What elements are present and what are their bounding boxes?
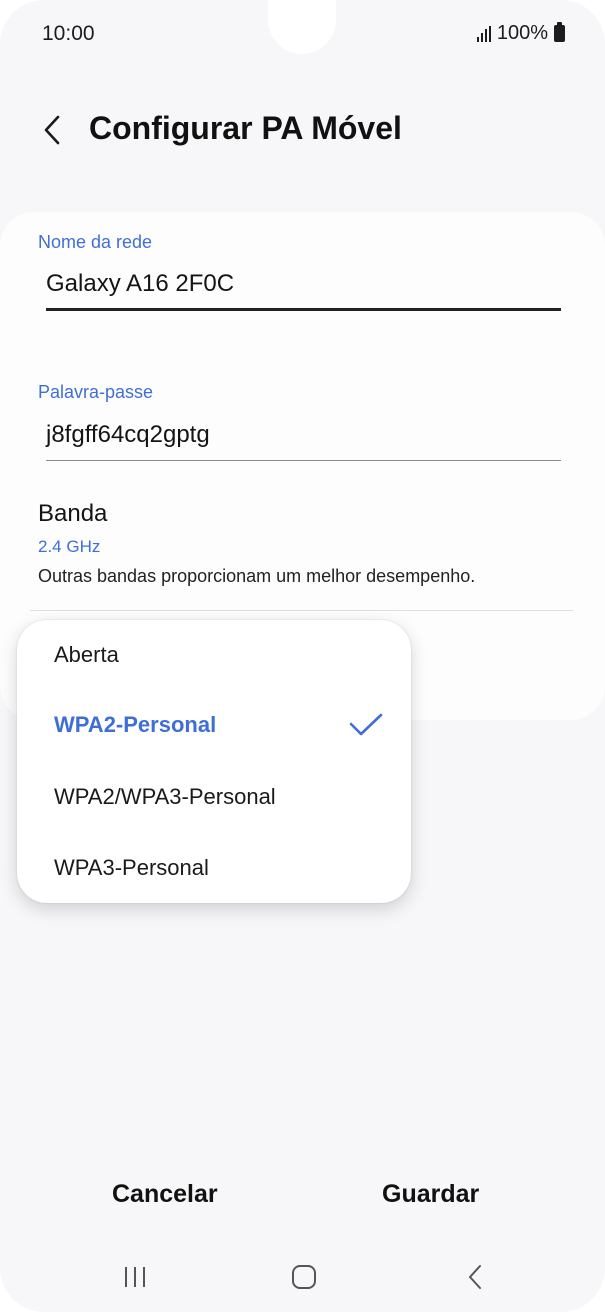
password-underline [46, 460, 561, 461]
signal-icon [476, 25, 491, 42]
band-value: 2.4 GHz [38, 537, 101, 556]
page-title: Configurar PA Móvel [89, 110, 402, 146]
network-name-field[interactable]: Galaxy A16 2F0C [46, 270, 234, 298]
option-label: WPA2-Personal [54, 712, 217, 737]
option-wpa3-personal[interactable]: WPA3-Personal [17, 833, 411, 903]
battery-percent: 100% [496, 22, 548, 44]
option-wpa2-wpa3-personal[interactable]: WPA2/WPA3-Personal [17, 762, 411, 832]
security-dropdown: Aberta WPA2-Personal WPA2/WPA3-Personal … [17, 620, 411, 903]
camera-notch [268, 0, 336, 54]
home-button[interactable] [284, 1262, 324, 1292]
back-button[interactable] [32, 108, 72, 152]
option-label: WPA2/WPA3-Personal [54, 784, 276, 809]
save-button[interactable]: Guardar [382, 1180, 479, 1209]
check-icon [349, 713, 383, 736]
band-title[interactable]: Banda [38, 500, 107, 528]
back-icon [469, 1265, 481, 1289]
status-time: 10:00 [42, 22, 95, 45]
chevron-left-icon [44, 115, 60, 145]
option-wpa2-personal[interactable]: WPA2-Personal [17, 690, 411, 760]
password-label: Palavra-passe [38, 382, 154, 402]
recent-apps-icon [125, 1267, 145, 1287]
navigation-bar [0, 1250, 605, 1304]
network-name-label: Nome da rede [38, 232, 153, 252]
cancel-button[interactable]: Cancelar [112, 1180, 218, 1209]
home-icon [292, 1265, 316, 1289]
back-nav-button[interactable] [455, 1262, 495, 1292]
option-label: Aberta [54, 642, 119, 667]
option-aberta[interactable]: Aberta [17, 620, 411, 690]
band-description: Outras bandas proporcionam um melhor des… [38, 566, 476, 586]
recent-apps-button[interactable] [115, 1262, 155, 1292]
screen: 10:00 100% Configurar PA Móvel Nome da r… [0, 0, 605, 1312]
option-label: WPA3-Personal [54, 855, 209, 880]
status-indicators: 100% [476, 22, 565, 45]
battery-icon [554, 22, 565, 42]
divider [30, 610, 573, 611]
password-field[interactable]: j8fgff64cq2gptg [46, 421, 210, 449]
network-name-underline [46, 308, 561, 311]
